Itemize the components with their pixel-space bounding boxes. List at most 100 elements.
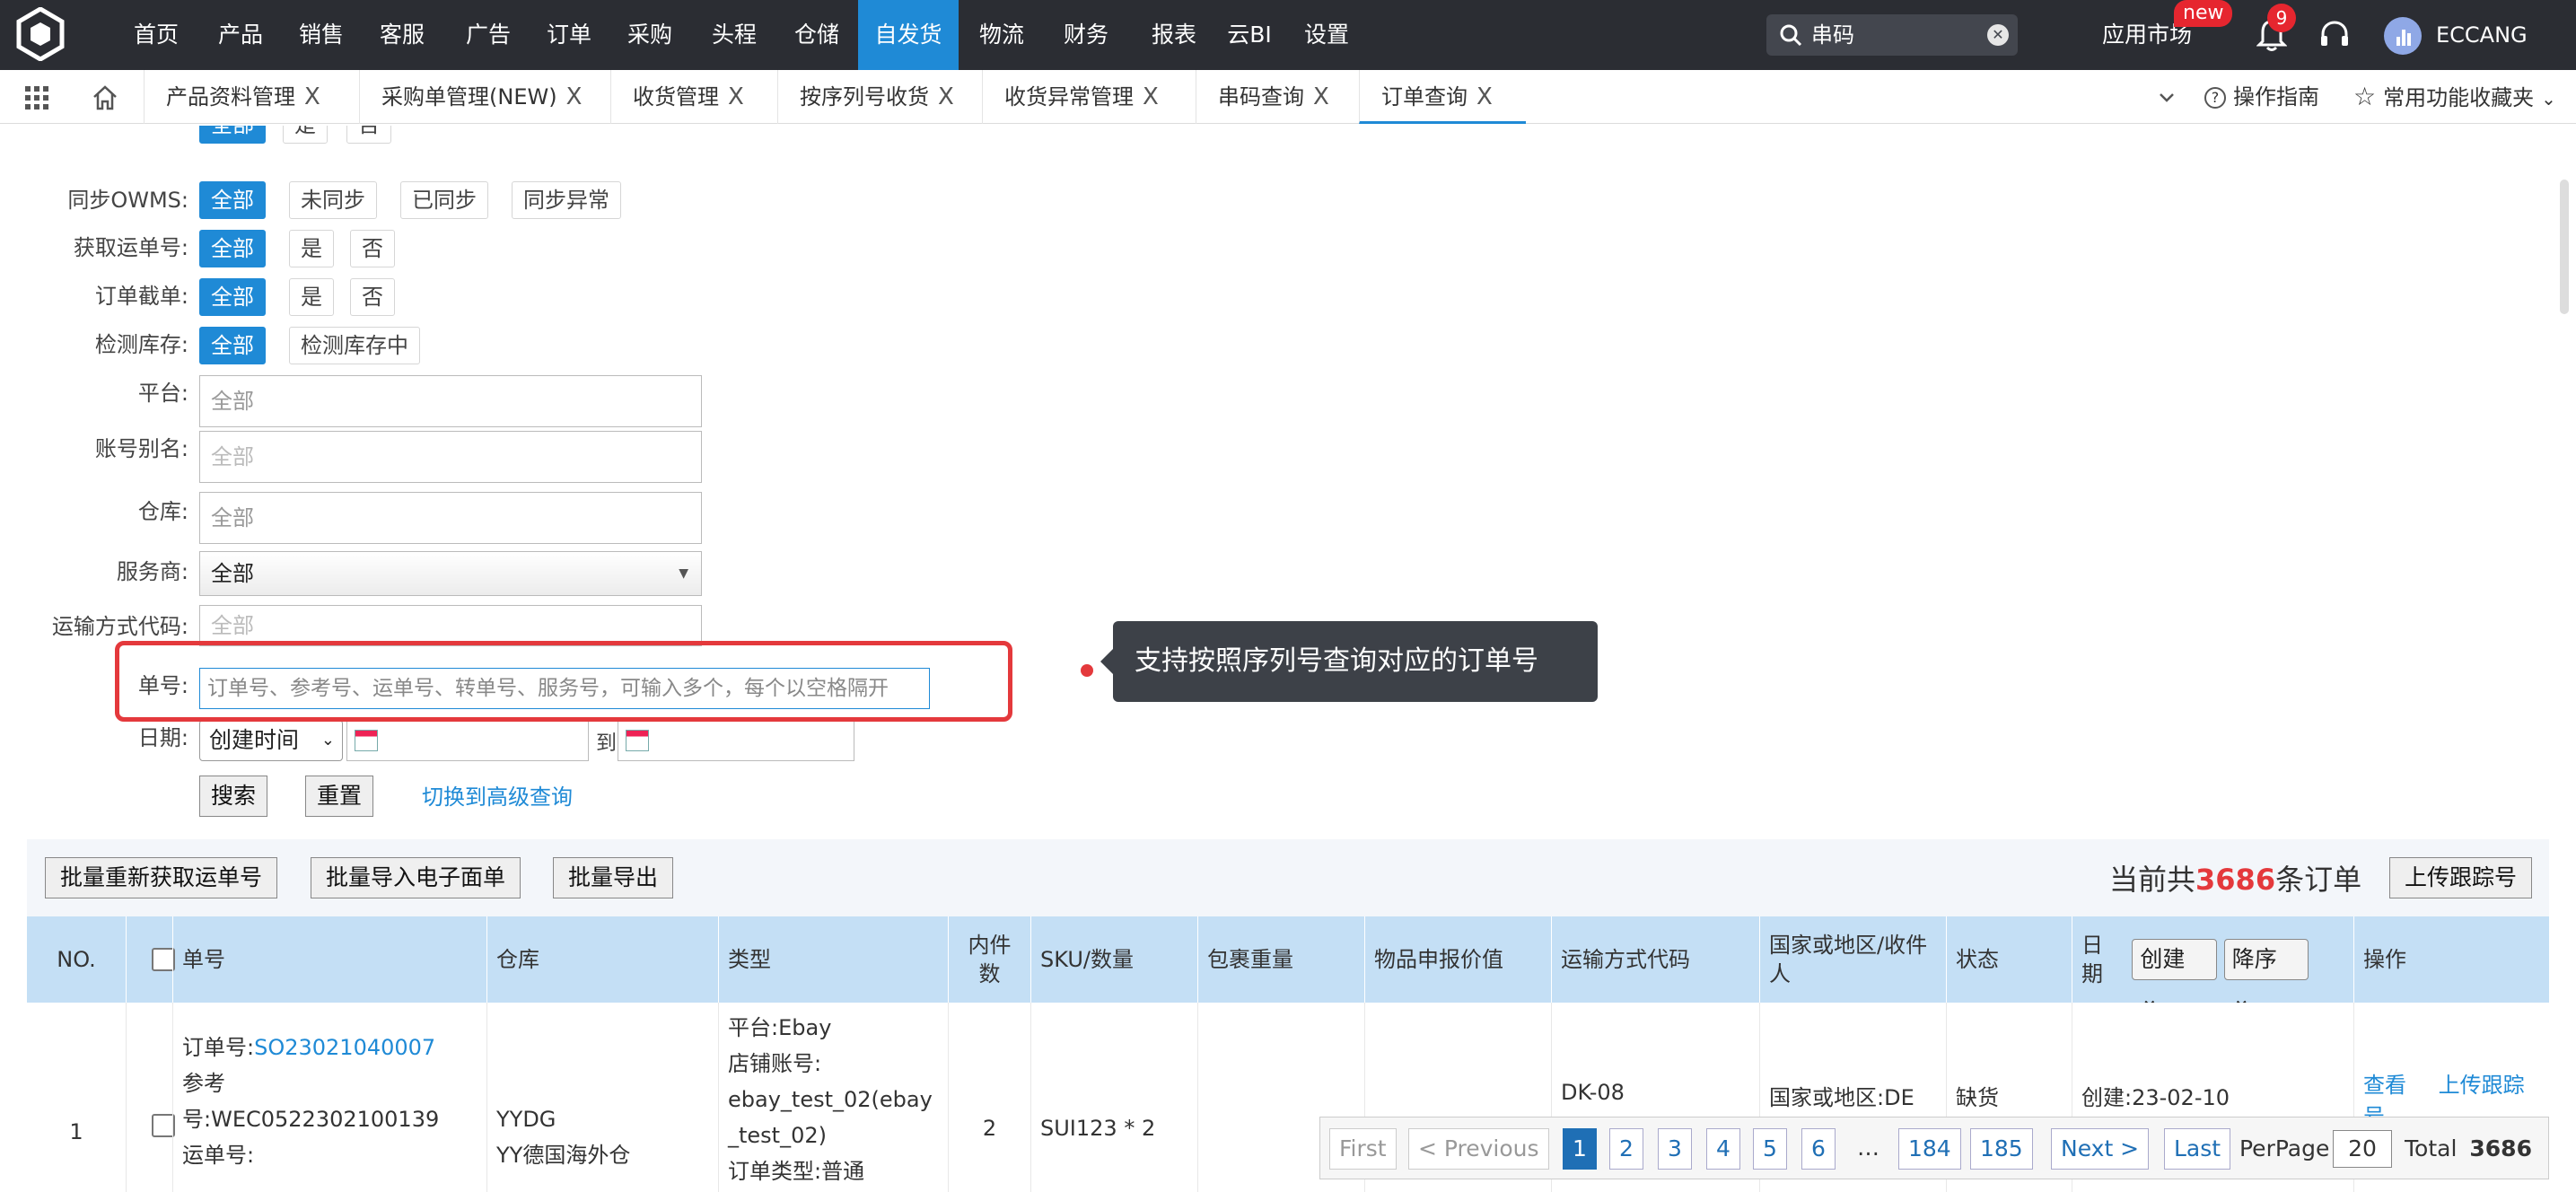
page-number-button[interactable]: 3 xyxy=(1658,1128,1692,1170)
filter-chip[interactable]: 全部 xyxy=(199,327,266,364)
page-number-button[interactable]: 184 xyxy=(1898,1128,1961,1170)
date-from-input[interactable] xyxy=(346,720,589,761)
date-type-select[interactable]: 创建时间 ⌄ xyxy=(199,720,343,761)
tab-item[interactable]: 收货异常管理 X xyxy=(982,70,1196,124)
user-avatar[interactable] xyxy=(2384,17,2422,55)
account-alias-select[interactable]: 全部 xyxy=(199,431,702,483)
nav-item[interactable]: 财务 xyxy=(1061,0,1111,70)
nav-item[interactable]: 产品 xyxy=(215,0,266,70)
search-input-value[interactable]: 串码 xyxy=(1811,14,1854,56)
user-name[interactable]: ECCANG xyxy=(2436,0,2528,70)
view-link[interactable]: 查看 xyxy=(2363,1073,2406,1098)
tab-close-icon[interactable]: X xyxy=(938,83,954,110)
date-to-input[interactable] xyxy=(618,720,854,761)
tab-close-icon[interactable]: X xyxy=(1313,83,1329,110)
operation-guide-link[interactable]: ? 操作指南 xyxy=(2204,70,2319,124)
filter-chip[interactable]: 全部 xyxy=(199,278,266,316)
nav-item[interactable]: 客服 xyxy=(377,0,427,70)
reset-button[interactable]: 重置 xyxy=(305,776,374,817)
filter-chip[interactable]: 是 xyxy=(289,278,334,316)
partial-filter-no[interactable]: 否 xyxy=(346,126,391,144)
tab-close-icon[interactable]: X xyxy=(1143,83,1159,110)
table-header: NO. 单号 仓库 类型 内件数 SKU/数量 包裹重量 物品申报价值 运输方式… xyxy=(27,916,2549,1012)
headset-icon[interactable] xyxy=(2318,18,2352,52)
filter-chip[interactable]: 是 xyxy=(289,230,334,267)
batch-import-label-button[interactable]: 批量导入电子面单 xyxy=(311,857,521,898)
nav-item[interactable]: 头程 xyxy=(709,0,759,70)
page-tab-bar: 产品资料管理 X 采购单管理(NEW) X 收货管理 X 按序列号收货 X 收货异常管理 X 串码查… xyxy=(0,70,2576,124)
tab-item[interactable]: 订单查询 X xyxy=(1359,70,1526,124)
tab-close-icon[interactable]: X xyxy=(1476,83,1493,110)
per-page-input[interactable]: 20 xyxy=(2333,1130,2392,1168)
platform-label: 平台: xyxy=(137,381,188,406)
row-checkbox[interactable] xyxy=(151,1114,175,1137)
nav-item[interactable]: 云BI xyxy=(1224,0,1275,70)
nav-item[interactable]: 采购 xyxy=(625,0,675,70)
calendar-icon[interactable] xyxy=(626,730,649,751)
header-actions: 操作 xyxy=(2353,916,2549,1003)
filter-chip[interactable]: 已同步 xyxy=(400,181,488,219)
date-sort-order-select[interactable]: 降序 ⌄ xyxy=(2223,939,2309,1012)
tab-close-icon[interactable]: X xyxy=(728,83,744,110)
filter-chip[interactable]: 全部 xyxy=(199,230,266,267)
filter-chip[interactable]: 同步异常 xyxy=(512,181,621,219)
filter-chip[interactable]: 否 xyxy=(350,230,395,267)
batch-refetch-tracking-button[interactable]: 批量重新获取运单号 xyxy=(45,857,278,898)
first-page-button[interactable]: First xyxy=(1329,1128,1397,1170)
page-number-button[interactable]: 5 xyxy=(1753,1128,1787,1170)
previous-page-button[interactable]: < Previous xyxy=(1408,1128,1549,1170)
warehouse-select[interactable]: 全部 xyxy=(199,492,702,544)
partial-filter-all[interactable]: 全部 xyxy=(199,126,266,144)
eccang-logo[interactable] xyxy=(16,7,65,61)
select-all-checkbox[interactable] xyxy=(151,948,175,971)
calendar-icon[interactable] xyxy=(355,730,378,751)
nav-item[interactable]: 订单 xyxy=(544,0,594,70)
page-number-button[interactable]: 4 xyxy=(1706,1128,1740,1170)
page-number-button[interactable]: 6 xyxy=(1801,1128,1836,1170)
nav-item[interactable]: 仓储 xyxy=(792,0,842,70)
apps-grid-icon[interactable] xyxy=(25,86,48,110)
clear-search-icon[interactable]: ✕ xyxy=(1987,24,2009,46)
account-label: 账号别名: xyxy=(94,436,188,461)
date-sort-field-select[interactable]: 创建 ⌄ xyxy=(2132,939,2217,1012)
nav-item[interactable]: 广告 xyxy=(463,0,513,70)
batch-export-button[interactable]: 批量导出 xyxy=(553,857,674,898)
page-scrollbar[interactable] xyxy=(2560,180,2569,314)
chevron-down-icon[interactable] xyxy=(2156,86,2177,108)
nav-item[interactable]: 报表 xyxy=(1149,0,1199,70)
partial-filter-yes[interactable]: 是 xyxy=(283,126,328,144)
nav-item[interactable]: 销售 xyxy=(296,0,346,70)
last-page-button[interactable]: Last xyxy=(2164,1128,2231,1170)
advanced-search-link[interactable]: 切换到高级查询 xyxy=(422,781,573,813)
nav-item[interactable]: 首页 xyxy=(131,0,181,70)
provider-select[interactable]: 全部 xyxy=(199,551,702,596)
tab-item[interactable]: 按序列号收货 X xyxy=(777,70,982,124)
page-number-button[interactable]: 2 xyxy=(1609,1128,1643,1170)
filter-chip[interactable]: 全部 xyxy=(199,181,266,219)
filter-chip[interactable]: 检测库存中 xyxy=(289,327,420,364)
tab-close-icon[interactable]: X xyxy=(566,83,583,110)
search-button[interactable]: 搜索 xyxy=(199,776,268,817)
tab-item[interactable]: 采购单管理(NEW) X xyxy=(359,70,610,124)
page-number-button[interactable]: 185 xyxy=(1970,1128,2033,1170)
tab-item[interactable]: 收货管理 X xyxy=(610,70,777,124)
tab-item[interactable]: 串码查询 X xyxy=(1196,70,1359,124)
platform-select[interactable]: 全部 xyxy=(199,375,702,427)
tab-close-icon[interactable]: X xyxy=(304,83,320,110)
favorites-menu[interactable]: ☆ 常用功能收藏夹 ⌄ xyxy=(2353,70,2556,126)
sync-owms-label: 同步OWMS: xyxy=(67,188,188,213)
order-no-link[interactable]: SO23021040007 xyxy=(254,1035,435,1060)
nav-item[interactable]: 设置 xyxy=(1301,0,1352,70)
tab-item[interactable]: 产品资料管理 X xyxy=(144,70,359,124)
home-icon[interactable] xyxy=(92,84,118,111)
filter-chip[interactable]: 否 xyxy=(350,278,395,316)
order-number-input[interactable]: 订单号、参考号、运单号、转单号、服务号，可输入多个，每个以空格隔开 xyxy=(199,668,930,709)
global-search-box[interactable]: 串码 ✕ xyxy=(1766,14,2018,56)
total-count: 3686 xyxy=(2195,863,2276,897)
nav-item[interactable]: 自发货 xyxy=(858,0,959,70)
nav-item[interactable]: 物流 xyxy=(977,0,1027,70)
page-number-button[interactable]: 1 xyxy=(1563,1128,1597,1170)
next-page-button[interactable]: Next > xyxy=(2051,1128,2150,1170)
filter-chip[interactable]: 未同步 xyxy=(289,181,377,219)
upload-tracking-button[interactable]: 上传跟踪号 xyxy=(2389,857,2533,898)
